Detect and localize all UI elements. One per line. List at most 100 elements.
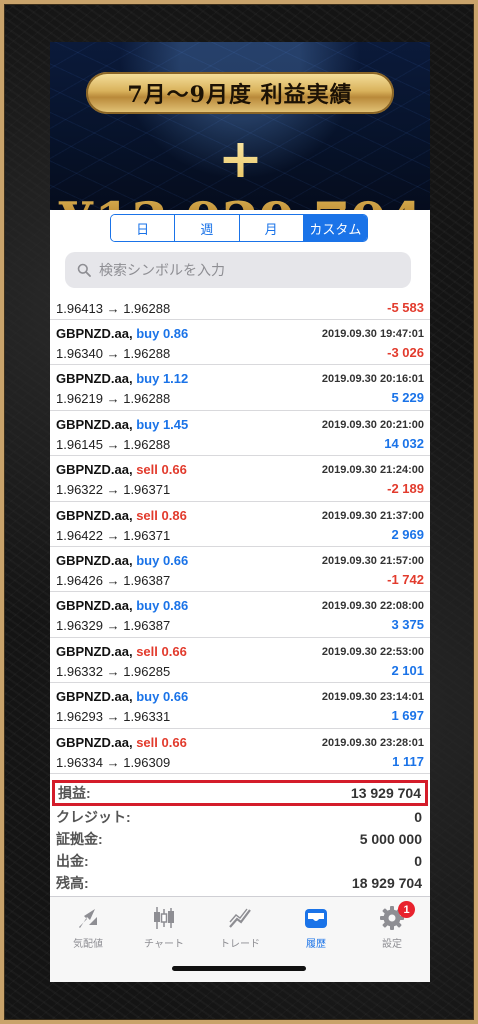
summary-value: 0 — [414, 853, 422, 869]
list-item[interactable]: GBPNZD.aa, buy 1.12 2019.09.30 20:16:01 1.… — [50, 365, 430, 411]
trade-volume: 0.66 — [162, 689, 189, 705]
symbol-name: GBPNZD.aa, — [56, 689, 133, 705]
trade-volume: 0.86 — [161, 507, 187, 523]
trade-time: 2019.09.30 21:24:00 — [321, 464, 424, 477]
trade-symbol: GBPNZD.aa, buy 1.12 — [56, 371, 188, 386]
trade-side-label: sell — [136, 507, 158, 523]
trade-prices: 1.96145 → 1.96288 — [56, 436, 171, 452]
trade-line-icon — [229, 908, 251, 928]
trade-profit: 2 969 — [391, 526, 424, 542]
segment-month[interactable]: 月 — [239, 215, 304, 241]
symbol-name: GBPNZD.aa, — [56, 371, 133, 387]
trade-profit: 14 032 — [384, 435, 424, 451]
trade-prices: 1.96426 → 1.96387 — [56, 572, 171, 588]
summary-value: 13 929 704 — [350, 785, 421, 801]
trade-side: sell 0.66 — [136, 462, 187, 477]
tab-settings[interactable]: 1 設定 — [354, 901, 430, 950]
tab-trade[interactable]: トレード — [202, 905, 278, 950]
tab-label: 設定 — [382, 939, 402, 950]
trade-time: 2019.09.30 20:16:01 — [321, 373, 424, 386]
trade-prices: 1.96293 → 1.96331 — [56, 709, 171, 725]
trade-prices: 1.96422 → 1.96371 — [56, 527, 171, 543]
history-tray-icon — [305, 909, 327, 928]
symbol-name: GBPNZD.aa, — [56, 507, 133, 523]
phone-screen: 7月～9月度 利益実績 +¥13,929,704 日 週 月 カスタム 1.96… — [50, 42, 430, 982]
trade-side-label: buy — [136, 416, 160, 432]
trade-side-label: buy — [136, 689, 160, 705]
segment-custom[interactable]: カスタム — [303, 215, 367, 241]
trade-prices: 1.96334 → 1.96309 — [56, 754, 171, 770]
segment-day[interactable]: 日 — [111, 215, 176, 241]
list-item[interactable]: GBPNZD.aa, buy 0.66 2019.09.30 23:14:01 1.… — [50, 683, 430, 729]
search-input[interactable] — [99, 262, 399, 278]
trade-time: 2019.09.30 20:21:00 — [321, 418, 424, 431]
trade-symbol: GBPNZD.aa, sell 0.66 — [56, 644, 187, 659]
trade-prices: 1.96332 → 1.96285 — [56, 663, 171, 679]
profit-banner: 7月～9月度 利益実績 +¥13,929,704 — [50, 42, 430, 210]
summary-label: 損益: — [58, 785, 91, 801]
trade-side: sell 0.66 — [136, 735, 187, 750]
trade-side: sell 0.66 — [136, 644, 187, 659]
symbol-name: GBPNZD.aa, — [56, 734, 133, 750]
trade-prices: 1.96219 → 1.96288 — [56, 391, 171, 407]
list-item[interactable]: GBPNZD.aa, sell 0.66 2019.09.30 21:24:00 1… — [50, 456, 430, 502]
trade-profit: 5 229 — [391, 390, 424, 406]
trade-profit: 1 117 — [392, 753, 424, 769]
trade-side-label: sell — [136, 462, 158, 478]
summary-deposit-row: 証拠金: 5 000 000 — [50, 828, 430, 850]
trade-time: 2019.09.30 22:08:00 — [321, 600, 424, 613]
trade-side: sell 0.86 — [136, 508, 187, 523]
tab-chart[interactable]: チャート — [126, 905, 202, 950]
summary-credit-row: クレジット: 0 — [50, 806, 430, 828]
notification-badge: 1 — [398, 901, 415, 918]
trade-profit: 2 101 — [391, 662, 424, 678]
trade-symbol: GBPNZD.aa, sell 0.66 — [56, 462, 187, 477]
banner-amount: +¥13,929,704 — [50, 126, 430, 210]
account-summary: 損益: 13 929 704 クレジット: 0 証拠金: 5 000 000 出… — [50, 780, 430, 894]
trade-side: buy 1.45 — [136, 417, 188, 432]
trade-volume: 0.66 — [161, 643, 187, 659]
tab-quotes[interactable]: 気配値 — [50, 905, 126, 950]
trade-volume: 0.86 — [162, 598, 189, 614]
quotes-arrow-icon — [79, 909, 97, 928]
trade-volume: 0.86 — [162, 326, 189, 341]
period-segmented-control: 日 週 月 カスタム — [110, 214, 368, 242]
trade-side-label: buy — [136, 552, 160, 568]
symbol-name: GBPNZD.aa, — [56, 462, 133, 478]
banner-title: 7月～9月度 利益実績 — [86, 72, 394, 114]
summary-label: 残高: — [56, 875, 89, 891]
tab-history[interactable]: 履歴 — [278, 905, 354, 950]
trade-prices: 1.96340 → 1.96288 — [56, 346, 171, 361]
trade-profit: -2 189 — [387, 481, 424, 497]
summary-value: 0 — [414, 809, 422, 825]
list-item[interactable]: GBPNZD.aa, buy 1.45 2019.09.30 20:21:00 1.… — [50, 411, 430, 457]
summary-withdrawal-row: 出金: 0 — [50, 850, 430, 872]
trade-symbol: GBPNZD.aa, buy 0.86 — [56, 326, 188, 341]
tab-label: 気配値 — [73, 939, 103, 950]
symbol-name: GBPNZD.aa, — [56, 598, 133, 614]
list-item[interactable]: GBPNZD.aa, sell 0.66 2019.09.30 23:28:01 1… — [50, 729, 430, 774]
symbol-search-bar[interactable] — [65, 252, 411, 288]
trade-side-label: buy — [136, 326, 160, 341]
tab-label: 履歴 — [306, 939, 326, 950]
trade-time: 2019.09.30 21:37:00 — [321, 509, 424, 522]
list-item[interactable]: 1.96413 → 1.96288 -5 583 — [50, 298, 430, 320]
trade-history-list: 1.96413 → 1.96288 -5 583 GBPNZD.aa, buy … — [50, 298, 430, 776]
trade-profit: 3 375 — [391, 617, 424, 633]
symbol-name: GBPNZD.aa, — [56, 416, 133, 432]
trade-side-label: sell — [136, 734, 158, 750]
trade-profit: -1 742 — [387, 571, 424, 587]
segment-week[interactable]: 週 — [175, 215, 240, 241]
summary-value: 5 000 000 — [359, 831, 422, 847]
trade-volume: 1.45 — [162, 416, 189, 432]
list-item[interactable]: GBPNZD.aa, buy 0.86 2019.09.30 19:47:01 1.… — [50, 320, 430, 366]
summary-label: 証拠金: — [56, 831, 103, 847]
symbol-name: GBPNZD.aa, — [56, 643, 133, 659]
trade-time: 2019.09.30 19:47:01 — [321, 328, 424, 340]
list-item[interactable]: GBPNZD.aa, buy 0.86 2019.09.30 22:08:00 1.… — [50, 592, 430, 638]
list-item[interactable]: GBPNZD.aa, sell 0.86 2019.09.30 21:37:00 1… — [50, 502, 430, 547]
trade-time: 2019.09.30 23:28:01 — [321, 736, 424, 749]
trade-time: 2019.09.30 23:14:01 — [321, 691, 424, 704]
list-item[interactable]: GBPNZD.aa, buy 0.66 2019.09.30 21:57:00 1.… — [50, 547, 430, 593]
list-item[interactable]: GBPNZD.aa, sell 0.66 2019.09.30 22:53:00 1… — [50, 638, 430, 684]
